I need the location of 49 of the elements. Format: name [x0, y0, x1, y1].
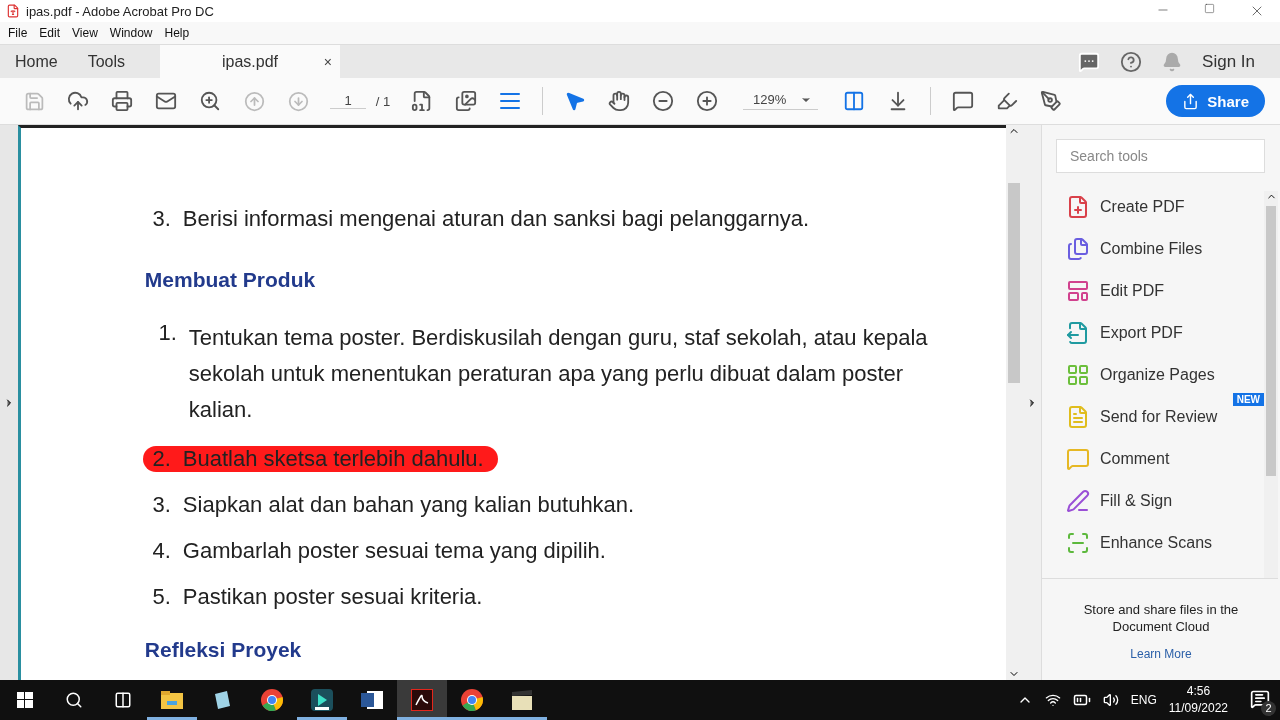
list-item: 5. Pastikan poster sesuai kriteria.	[151, 584, 484, 610]
share-button[interactable]: Share	[1166, 85, 1265, 117]
language-indicator[interactable]: ENG	[1130, 693, 1157, 707]
tab[interactable]: ipas.pdf ×	[160, 45, 341, 78]
tool-label: Create PDF	[1100, 198, 1185, 216]
tool-item[interactable]: Organize Pages	[1066, 363, 1264, 387]
menu-item[interactable]: Edit	[33, 26, 67, 40]
tool-label: Export PDF	[1100, 324, 1183, 342]
tool-item[interactable]: Create PDF	[1066, 195, 1264, 219]
list-number: 1.	[157, 320, 178, 346]
tab[interactable]: Home	[0, 45, 73, 78]
tool-label: Comment	[1100, 450, 1170, 468]
tool-item[interactable]: Edit PDF	[1066, 279, 1264, 303]
page-total: / 1	[374, 93, 392, 109]
tool-label: Edit PDF	[1100, 282, 1164, 300]
section-heading: Refleksi Proyek	[144, 638, 302, 662]
tool-item[interactable]: Comment	[1066, 447, 1264, 471]
menu-item[interactable]: View	[66, 26, 104, 40]
tool-label: Organize Pages	[1100, 366, 1215, 384]
zoom-field[interactable]: 129%	[743, 92, 819, 110]
window-title: ipas.pdf - Adobe Acrobat Pro DC	[26, 3, 214, 19]
clock[interactable]: 4:56 11/09/2022	[1168, 683, 1228, 717]
tool-label: Combine Files	[1100, 240, 1203, 258]
list-item: 2. Buatlah sketsa terlebih dahulu.	[142, 446, 498, 472]
tool-item[interactable]: Enhance Scans	[1066, 531, 1264, 555]
section-heading: Membuat Produk	[144, 268, 316, 292]
sign-in-link[interactable]: Sign In	[1202, 51, 1255, 72]
menu-item[interactable]: File	[2, 26, 34, 40]
learn-more-link[interactable]: Learn More	[1042, 647, 1280, 661]
close-icon[interactable]: ×	[323, 53, 333, 70]
menu-item[interactable]: Window	[103, 26, 159, 40]
page-number-field[interactable]: 1	[330, 93, 366, 109]
tool-item[interactable]: Export PDF	[1066, 321, 1264, 345]
tool-item[interactable]: Send for Review	[1066, 405, 1264, 429]
list-item: 3. Siapkan alat dan bahan yang kalian butuhkan.	[151, 492, 636, 518]
tool-label: Enhance Scans	[1100, 534, 1213, 552]
new-badge: NEW	[1232, 393, 1264, 406]
tab[interactable]: Tools	[72, 45, 141, 78]
list-item: 3. Berisi informasi mengenai aturan dan sanksi bagi pelanggarnya.	[151, 206, 810, 232]
menu-item[interactable]: Help	[158, 26, 196, 40]
list-item: Tentukan tema poster. Berdiskusilah dengan guru, staf sekolah, atau kepala sekolah untuk menentukan peraturan apa yang perlu dibuat dalam poster kalian.	[188, 324, 929, 424]
promo-text: Store and share files in the Document Cloud	[1082, 601, 1240, 635]
notification-count: 2	[1261, 700, 1276, 716]
tool-item[interactable]: Fill & Sign	[1066, 489, 1264, 513]
tool-item[interactable]: Combine Files	[1066, 237, 1264, 261]
search-field[interactable]: Search tools	[1056, 139, 1265, 173]
list-item: 4. Gambarlah poster sesuai tema yang dipilih.	[151, 538, 607, 564]
tool-label: Send for Review	[1100, 408, 1218, 426]
tool-label: Fill & Sign	[1100, 492, 1173, 510]
